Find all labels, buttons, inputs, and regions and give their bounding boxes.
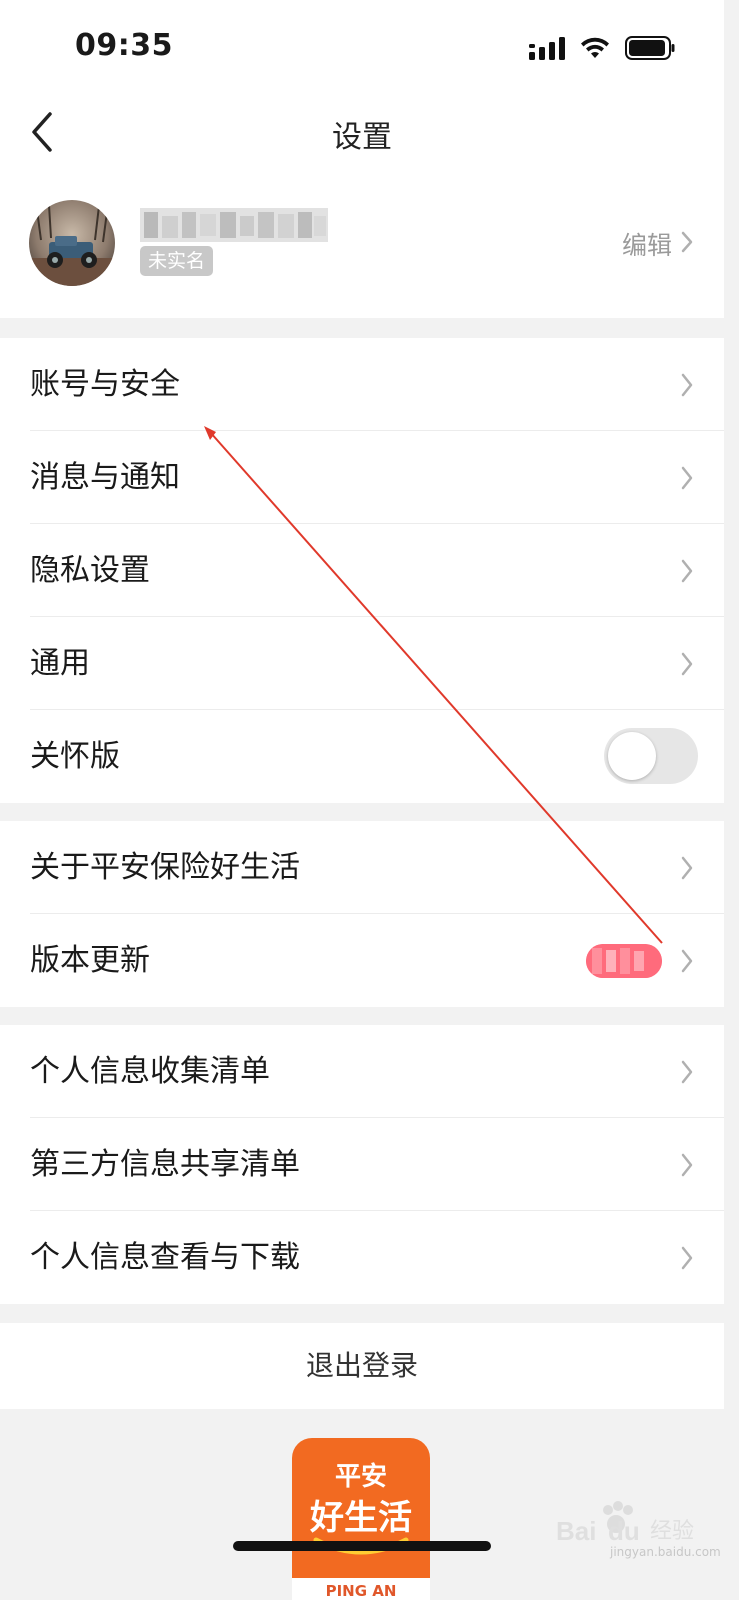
row-label: 关于平安保险好生活: [30, 850, 300, 885]
watermark-url: jingyan.baidu.com: [610, 1545, 721, 1559]
logo-text-top: 平安: [334, 1462, 387, 1492]
profile-card[interactable]: 未实名 编辑: [0, 180, 724, 318]
cellular-signal-icon: [529, 37, 565, 60]
chevron-right-icon: [681, 1060, 693, 1084]
chevron-right-icon: [681, 949, 693, 973]
row-general[interactable]: 通用: [0, 617, 724, 710]
realname-status-badge: 未实名: [140, 246, 214, 276]
edit-profile-label: 编辑: [621, 231, 672, 260]
status-bar: 09:35: [0, 0, 724, 90]
logo-text-main: 好生活: [310, 1498, 412, 1538]
logo-text-bottom: PING AN: [292, 1578, 430, 1600]
chevron-right-icon: [681, 559, 693, 583]
row-messages-notifications[interactable]: 消息与通知: [0, 431, 724, 524]
row-care-mode: 关怀版: [0, 710, 724, 803]
chevron-right-icon: [681, 856, 693, 880]
chevron-right-icon: [681, 1153, 693, 1177]
settings-group-personal-info: 个人信息收集清单 第三方信息共享清单 个人信息查看与下载: [0, 1025, 724, 1304]
update-badge-blurred: [586, 944, 662, 978]
wifi-icon: [581, 37, 609, 58]
row-label: 消息与通知: [30, 460, 180, 495]
logout-label: 退出登录: [305, 1349, 418, 1382]
row-third-party-sharing-list[interactable]: 第三方信息共享清单: [0, 1118, 724, 1211]
row-label: 个人信息查看与下载: [30, 1240, 300, 1275]
row-label: 版本更新: [30, 943, 150, 978]
row-label: 账号与安全: [30, 367, 180, 402]
svg-text:du: du: [608, 1516, 640, 1546]
row-privacy-settings[interactable]: 隐私设置: [0, 524, 724, 617]
row-label: 第三方信息共享清单: [30, 1147, 300, 1182]
home-indicator[interactable]: [233, 1541, 491, 1551]
logout-button[interactable]: 退出登录: [0, 1323, 724, 1409]
row-label: 关怀版: [30, 739, 120, 774]
username-blurred: [140, 208, 328, 242]
care-mode-toggle[interactable]: [604, 728, 698, 784]
row-info-collection-list[interactable]: 个人信息收集清单: [0, 1025, 724, 1118]
svg-text:经验: 经验: [650, 1519, 694, 1544]
settings-group-account: 账号与安全 消息与通知 隐私设置 通用 关怀版: [0, 338, 724, 803]
row-account-security[interactable]: 账号与安全: [0, 338, 724, 431]
row-label: 通用: [30, 646, 90, 681]
toggle-knob: [608, 732, 656, 780]
app-logo: 平安 好生活 PING AN: [292, 1438, 430, 1600]
navigation-bar: 设置: [0, 90, 724, 180]
page-title: 设置: [332, 120, 392, 155]
chevron-right-icon: [681, 373, 693, 397]
row-version-update[interactable]: 版本更新: [0, 914, 724, 1007]
status-time: 09:35: [75, 28, 173, 63]
row-view-download-info[interactable]: 个人信息查看与下载: [0, 1211, 724, 1304]
settings-group-about: 关于平安保险好生活 版本更新: [0, 821, 724, 1007]
chevron-right-icon: [681, 466, 693, 490]
chevron-right-icon: [681, 231, 693, 253]
chevron-right-icon: [681, 1246, 693, 1270]
settings-screen: 09:35 设置 未实名 编辑 账号与安全 消息与通知 隐私设置 通用 关怀版 …: [0, 0, 724, 1600]
svg-text:Bai: Bai: [556, 1516, 596, 1546]
row-label: 隐私设置: [30, 553, 150, 588]
row-label: 个人信息收集清单: [30, 1054, 270, 1089]
avatar[interactable]: [29, 200, 115, 286]
battery-icon: [625, 36, 675, 60]
chevron-right-icon: [681, 652, 693, 676]
row-about-app[interactable]: 关于平安保险好生活: [0, 821, 724, 914]
